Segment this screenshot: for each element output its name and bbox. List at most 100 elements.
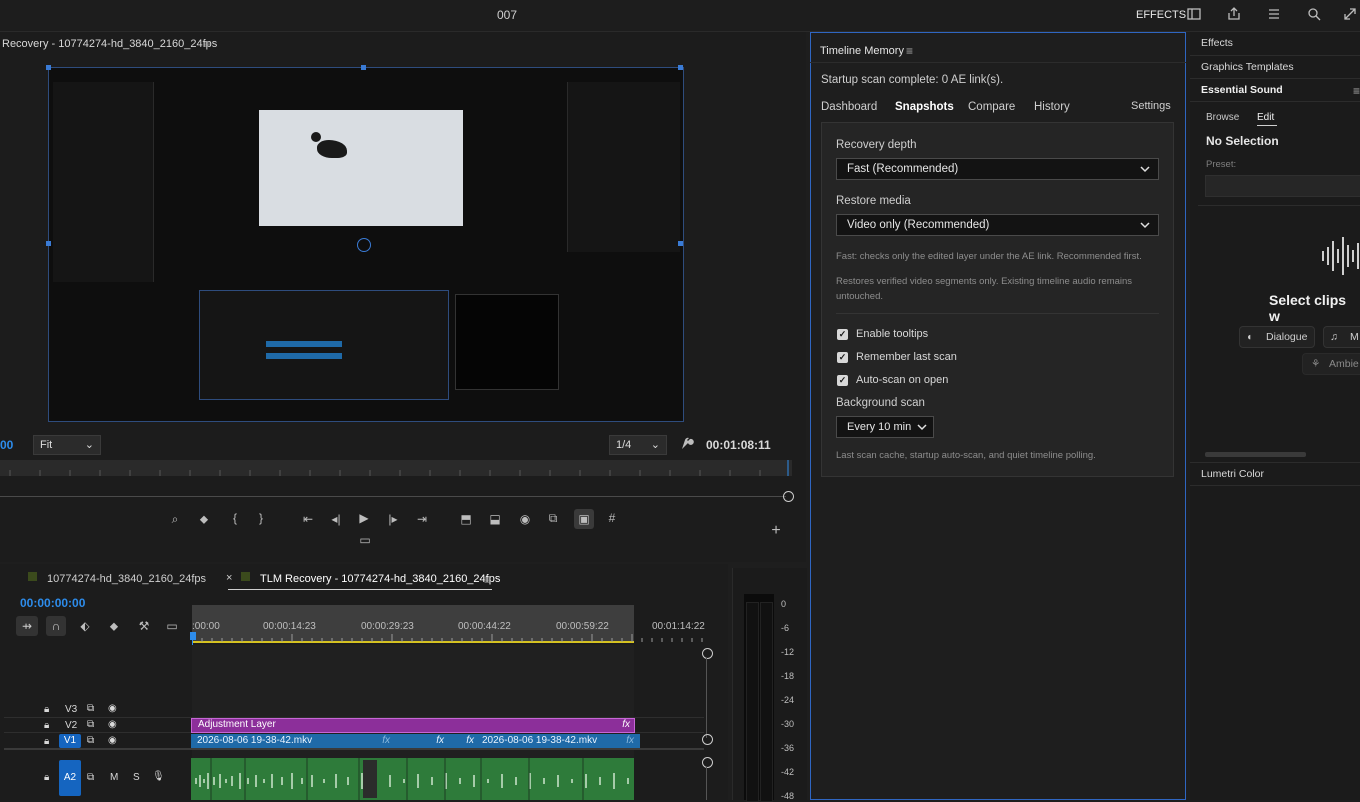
music-button[interactable]: ♫ M: [1323, 326, 1360, 348]
tab-snapshots[interactable]: Snapshots: [895, 101, 954, 113]
track-label-v2[interactable]: V2: [65, 720, 77, 731]
video-clip[interactable]: fx: [446, 734, 480, 748]
wrench-icon[interactable]: [680, 437, 694, 454]
panel-menu-icon[interactable]: ≡: [906, 44, 913, 58]
timeline-menu-icon[interactable]: ≡: [484, 573, 491, 587]
wrench-icon[interactable]: ⚒: [136, 619, 152, 633]
eye-icon[interactable]: ◉: [108, 719, 117, 730]
preset-select[interactable]: [1205, 175, 1360, 197]
safe-margins-icon[interactable]: ▭: [357, 533, 373, 547]
graphics-templates-header[interactable]: Graphics Templates: [1201, 61, 1294, 73]
horizontal-scrollbar[interactable]: [1205, 452, 1306, 457]
zoom-scrollbar-handle[interactable]: [783, 491, 794, 502]
enable-tooltips-checkbox[interactable]: ✓: [837, 329, 848, 340]
eye-icon[interactable]: ◉: [108, 735, 117, 746]
remember-last-scan-label[interactable]: Remember last scan: [856, 351, 957, 363]
essential-sound-header[interactable]: Essential Sound: [1201, 84, 1283, 96]
tab-history[interactable]: History: [1034, 101, 1070, 113]
lock-icon[interactable]: 🔒︎: [44, 736, 49, 747]
anchor-point-icon[interactable]: [357, 238, 371, 252]
transform-handle[interactable]: [46, 65, 51, 70]
mark-in-icon[interactable]: {: [227, 511, 243, 525]
tab-dashboard[interactable]: Dashboard: [821, 101, 877, 113]
adjustment-layer-clip[interactable]: Adjustment Layer fx: [191, 718, 635, 733]
ambience-button[interactable]: ⚘ Ambie: [1302, 353, 1360, 375]
lumetri-color-header[interactable]: Lumetri Color: [1201, 468, 1264, 480]
sync-lock-icon[interactable]: ⧉: [87, 719, 94, 730]
auto-scan-checkbox[interactable]: ✓: [837, 375, 848, 386]
auto-scan-label[interactable]: Auto-scan on open: [856, 374, 948, 386]
mark-out-icon[interactable]: }: [253, 511, 269, 525]
restore-media-select[interactable]: Video only (Recommended): [836, 214, 1159, 236]
monitor-menu-icon[interactable]: ≡: [204, 37, 211, 51]
step-forward-icon[interactable]: |▸: [385, 512, 401, 526]
video-clip[interactable]: fx: [392, 734, 450, 748]
scroll-handle[interactable]: [702, 734, 713, 745]
monitor-time-ruler[interactable]: [0, 460, 792, 476]
dialogue-button[interactable]: ◖ Dialogue: [1239, 326, 1315, 348]
track-label-v1[interactable]: V1: [59, 734, 81, 748]
fit-dropdown[interactable]: Fit ⌄: [33, 435, 101, 455]
program-preview[interactable]: [48, 67, 684, 422]
export-icon[interactable]: [1226, 7, 1242, 23]
sync-lock-icon[interactable]: ⧉: [87, 735, 94, 746]
zoom-scrollbar[interactable]: [0, 496, 786, 497]
vertical-scrollbar[interactable]: [706, 658, 707, 738]
menu-icon[interactable]: [1266, 7, 1282, 23]
panel-icon[interactable]: [1186, 7, 1202, 23]
sync-lock-icon[interactable]: ⧉: [87, 703, 94, 714]
track-label-v3[interactable]: V3: [65, 704, 77, 715]
tab-compare[interactable]: Compare: [968, 101, 1015, 113]
lock-icon[interactable]: 🔒︎: [44, 772, 49, 783]
enable-tooltips-label[interactable]: Enable tooltips: [856, 328, 928, 340]
essential-sound-menu-icon[interactable]: ≡: [1353, 84, 1360, 98]
remember-last-scan-checkbox[interactable]: ✓: [837, 352, 848, 363]
lock-icon[interactable]: 🔒︎: [44, 720, 49, 731]
add-marker-icon[interactable]: ⬥: [106, 619, 122, 634]
close-icon[interactable]: ×: [226, 572, 232, 584]
playhead-head[interactable]: [190, 632, 196, 640]
settings-link[interactable]: Settings: [1131, 100, 1171, 112]
multi-camera-icon[interactable]: ⧉: [545, 511, 561, 526]
expand-icon[interactable]: [1342, 7, 1358, 23]
timeline-timecode[interactable]: 00:00:00:00: [20, 596, 85, 610]
vertical-scrollbar[interactable]: [706, 767, 707, 800]
solo-icon[interactable]: S: [133, 772, 140, 783]
scroll-handle[interactable]: [702, 648, 713, 659]
scroll-handle[interactable]: [702, 757, 713, 768]
marker-search-icon[interactable]: ⌕: [167, 512, 183, 527]
transform-handle[interactable]: [361, 65, 366, 70]
resolution-dropdown[interactable]: 1/4 ⌄: [609, 435, 667, 455]
recovery-depth-select[interactable]: Fast (Recommended): [836, 158, 1159, 180]
tab-edit[interactable]: Edit: [1257, 112, 1274, 123]
tab-sequence-original[interactable]: 10774274-hd_3840_2160_24fps: [47, 573, 206, 585]
overlay-icon[interactable]: ▣: [574, 509, 594, 529]
sync-lock-icon[interactable]: ⧉: [87, 772, 94, 783]
audio-clip-track[interactable]: [191, 758, 634, 800]
go-to-in-icon[interactable]: ⇤: [300, 512, 316, 526]
camera-icon[interactable]: ◉: [517, 512, 533, 526]
eye-icon[interactable]: ◉: [108, 703, 117, 714]
add-marker-icon[interactable]: ⬥: [196, 512, 212, 527]
transform-handle[interactable]: [678, 65, 683, 70]
add-button-icon[interactable]: +: [768, 522, 784, 540]
play-icon[interactable]: ▶: [356, 511, 372, 525]
magnet-icon[interactable]: ∩: [46, 616, 66, 636]
tab-sequence-recovery[interactable]: TLM Recovery - 10774274-hd_3840_2160_24f…: [260, 573, 500, 585]
video-clip[interactable]: 2026-08-06 19-38-42.mkv fx: [191, 734, 396, 748]
linked-selection-icon[interactable]: ⬖: [77, 619, 93, 633]
tab-browse[interactable]: Browse: [1206, 112, 1239, 123]
mute-icon[interactable]: M: [110, 772, 118, 783]
effects-workspace-label[interactable]: EFFECTS: [1136, 9, 1186, 21]
go-to-out-icon[interactable]: ⇥: [414, 512, 430, 526]
background-scan-select[interactable]: Every 10 min: [836, 416, 934, 438]
extract-icon[interactable]: ⬓: [487, 512, 503, 526]
lock-icon[interactable]: 🔒︎: [44, 704, 49, 715]
transform-handle[interactable]: [678, 241, 683, 246]
step-back-icon[interactable]: ◂|: [328, 512, 344, 526]
transform-handle[interactable]: [46, 241, 51, 246]
video-clip[interactable]: 2026-08-06 19-38-42.mkv fx: [476, 734, 640, 748]
grid-icon[interactable]: #: [604, 511, 620, 525]
captions-icon[interactable]: ▭: [164, 619, 180, 633]
track-label-a2[interactable]: A2: [59, 760, 81, 796]
